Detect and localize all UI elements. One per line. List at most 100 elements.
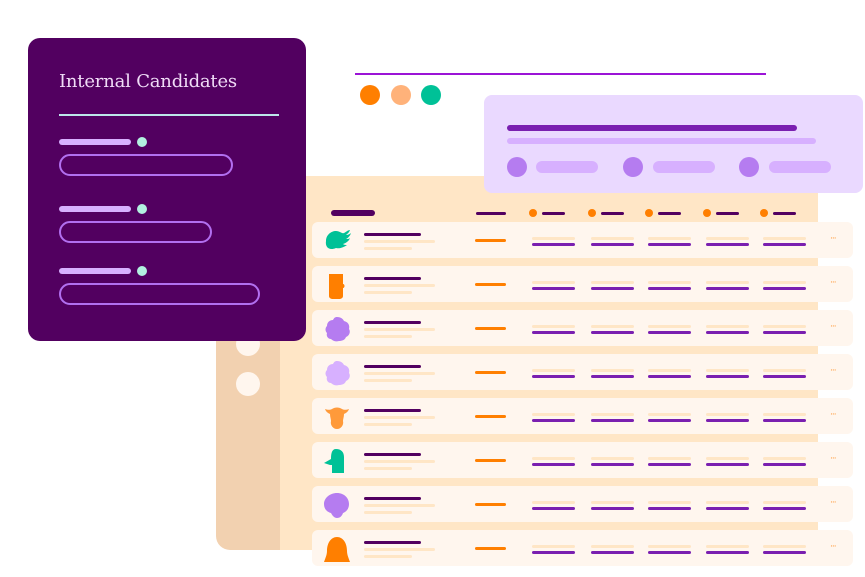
cell-label bbox=[648, 501, 691, 504]
candidate-name bbox=[364, 497, 421, 500]
candidate-role bbox=[364, 372, 435, 375]
popup-item-label[interactable] bbox=[653, 161, 715, 173]
cell-value bbox=[706, 463, 749, 466]
header-column-label[interactable] bbox=[716, 212, 739, 215]
cell-label bbox=[648, 325, 691, 328]
cell-value bbox=[532, 463, 575, 466]
field-label bbox=[59, 206, 131, 212]
field-status-dot bbox=[137, 204, 147, 214]
candidate-detail bbox=[364, 423, 412, 426]
cell-value bbox=[706, 287, 749, 290]
page-indicator-dot[interactable] bbox=[236, 372, 260, 396]
popup-item-label[interactable] bbox=[769, 161, 831, 173]
candidate-row[interactable]: ··· bbox=[312, 354, 853, 390]
cell-value bbox=[591, 287, 634, 290]
header-column-label[interactable] bbox=[658, 212, 681, 215]
cell-value bbox=[706, 551, 749, 554]
row-more-options-button[interactable]: ··· bbox=[830, 322, 837, 332]
row-more-options-button[interactable]: ··· bbox=[830, 542, 837, 552]
cell-value bbox=[532, 419, 575, 422]
window-maximize-button[interactable] bbox=[421, 85, 441, 105]
field-label bbox=[59, 268, 131, 274]
cell-label bbox=[591, 281, 634, 284]
cell-label bbox=[648, 413, 691, 416]
card-divider bbox=[59, 114, 279, 116]
row-more-options-button[interactable]: ··· bbox=[830, 454, 837, 464]
cell-value bbox=[532, 551, 575, 554]
popup-item-label[interactable] bbox=[536, 161, 598, 173]
window-minimize-button[interactable] bbox=[391, 85, 411, 105]
cell-value bbox=[648, 507, 691, 510]
row-more-options-button[interactable]: ··· bbox=[830, 366, 837, 376]
candidate-field-2[interactable] bbox=[59, 221, 212, 243]
cell-value bbox=[763, 551, 806, 554]
row-more-options-button[interactable]: ··· bbox=[830, 410, 837, 420]
candidate-row[interactable]: ··· bbox=[312, 310, 853, 346]
cell-value bbox=[763, 375, 806, 378]
internal-candidates-card: Internal Candidates bbox=[28, 38, 306, 341]
cell-value bbox=[591, 419, 634, 422]
cell-value bbox=[591, 551, 634, 554]
candidate-row[interactable]: ··· bbox=[312, 222, 853, 258]
header-column[interactable] bbox=[476, 212, 506, 215]
candidate-row[interactable]: ··· bbox=[312, 486, 853, 522]
header-name-column[interactable] bbox=[331, 210, 375, 216]
cell-label bbox=[763, 369, 806, 372]
header-column-label[interactable] bbox=[542, 212, 565, 215]
header-column-status-dot bbox=[529, 209, 537, 217]
cell-label bbox=[763, 325, 806, 328]
row-more-options-button[interactable]: ··· bbox=[830, 278, 837, 288]
cell-label bbox=[532, 325, 575, 328]
profile-icon bbox=[324, 449, 344, 473]
cell-value bbox=[591, 331, 634, 334]
cell-value bbox=[763, 463, 806, 466]
candidate-field-1[interactable] bbox=[59, 154, 233, 176]
cell-label bbox=[532, 237, 575, 240]
card-title: Internal Candidates bbox=[59, 71, 237, 92]
popup-title-bar bbox=[507, 125, 797, 131]
field-label bbox=[59, 139, 131, 145]
popup-item-icon bbox=[507, 157, 527, 177]
header-column-label[interactable] bbox=[773, 212, 796, 215]
cell-value bbox=[763, 507, 806, 510]
candidate-name bbox=[364, 321, 421, 324]
candidate-row[interactable]: ··· bbox=[312, 530, 853, 566]
cell-label bbox=[532, 369, 575, 372]
cell-label bbox=[591, 501, 634, 504]
cell-value bbox=[763, 419, 806, 422]
cell-value bbox=[706, 243, 749, 246]
row-more-options-button[interactable]: ··· bbox=[830, 234, 837, 244]
row-more-options-button[interactable]: ··· bbox=[830, 498, 837, 508]
popup-subtitle-bar bbox=[507, 138, 816, 144]
cell-label bbox=[706, 281, 749, 284]
cell-value bbox=[763, 287, 806, 290]
header-column-label[interactable] bbox=[601, 212, 624, 215]
candidate-row[interactable]: ··· bbox=[312, 266, 853, 302]
cell-label bbox=[532, 545, 575, 548]
candidate-name bbox=[364, 541, 421, 544]
window-title-bar-line bbox=[355, 73, 766, 75]
cell-value bbox=[591, 243, 634, 246]
candidate-row[interactable]: ··· bbox=[312, 442, 853, 478]
candidate-status bbox=[475, 327, 506, 330]
cell-label bbox=[763, 501, 806, 504]
cloud-icon bbox=[325, 317, 350, 342]
cell-value bbox=[763, 331, 806, 334]
candidate-detail bbox=[364, 247, 412, 250]
cell-value bbox=[532, 243, 575, 246]
header-column-status-dot bbox=[703, 209, 711, 217]
cell-label bbox=[532, 413, 575, 416]
candidate-role bbox=[364, 548, 435, 551]
cell-label bbox=[648, 281, 691, 284]
window-close-button[interactable] bbox=[360, 85, 380, 105]
cell-value bbox=[648, 375, 691, 378]
candidate-name bbox=[364, 233, 421, 236]
candidate-detail bbox=[364, 379, 412, 382]
cell-label bbox=[648, 237, 691, 240]
candidate-field-3[interactable] bbox=[59, 283, 260, 305]
cell-label bbox=[648, 457, 691, 460]
cell-value bbox=[648, 243, 691, 246]
candidate-status bbox=[475, 503, 506, 506]
candidate-row[interactable]: ··· bbox=[312, 398, 853, 434]
candidate-name bbox=[364, 409, 421, 412]
